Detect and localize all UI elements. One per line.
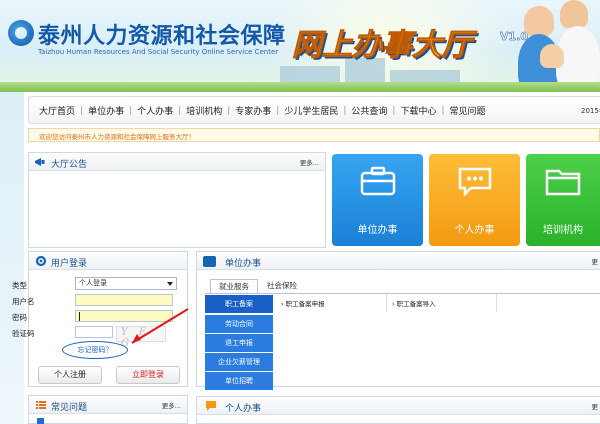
tab-employment-services[interactable]: 就业服务 [210, 279, 258, 293]
nav-separator: | [129, 105, 133, 116]
unit-services-title: 单位办事 [225, 259, 262, 269]
tile-unit-label: 单位办事 [357, 225, 398, 236]
folder-icon [545, 169, 581, 196]
register-button[interactable]: 个人注册 [38, 366, 102, 384]
link-text: 职工备案导入 [396, 300, 436, 308]
tile-training[interactable]: 培训机构 [526, 154, 600, 246]
welcome-text: 欢迎您访问泰州市人力资源和社会保障网上服务大厅！ [39, 133, 195, 141]
nav-separator: | [276, 105, 280, 116]
nav-items: 大厅首页 | 单位办事 | 个人办事 | 培训机构 | 专家办事 | 少儿学生居民 | 公共… [39, 104, 486, 118]
announcement-more-link[interactable]: 更多... [300, 157, 319, 167]
faq-more-link[interactable]: 更多... [162, 400, 181, 410]
column-divider [496, 294, 497, 312]
family-photo [510, 0, 600, 92]
announcement-panel: 大厅公告 更多... [28, 152, 326, 248]
person-head [560, 0, 588, 28]
personal-services-more-link[interactable]: 更 [592, 401, 599, 411]
faq-header: 常见问题 更多... [29, 396, 187, 414]
briefcase-icon [203, 256, 216, 267]
tile-personal-label: 个人办事 [454, 225, 495, 236]
faq-title: 常见问题 [51, 403, 88, 413]
red-annotation-arrow [131, 308, 189, 344]
nav-item-expert[interactable]: 专家办事 [235, 104, 271, 117]
site-logo [8, 20, 34, 46]
chat-bubble-icon [206, 401, 216, 411]
tile-personal-services[interactable]: 个人办事 [429, 154, 520, 246]
password-label: 密码 [12, 313, 27, 322]
person-head [524, 6, 554, 36]
personal-services-header: 个人办事 更 [197, 397, 600, 415]
announcement-title: 大厅公告 [51, 160, 88, 170]
personal-services-title: 个人办事 [225, 404, 262, 414]
username-label: 用户名 [12, 297, 35, 306]
nav-item-students[interactable]: 少儿学生居民 [284, 104, 338, 117]
login-title: 用户登录 [51, 259, 88, 269]
nav-separator: | [178, 105, 182, 116]
nav-separator: | [343, 105, 347, 116]
link-employee-filing-report[interactable]: › 职工备案申报 [281, 298, 325, 308]
site-title-english: Taizhou Human Resources And Social Secur… [38, 48, 279, 56]
login-header: 用户登录 [29, 252, 187, 270]
welcome-bar: 欢迎您访问泰州市人力资源和社会保障网上服务大厅！ [28, 128, 600, 142]
personal-services-panel: 个人办事 更 [196, 396, 600, 424]
login-type-label: 类型 [12, 281, 27, 290]
link-employee-filing-import[interactable]: › 职工备案导入 [392, 298, 436, 308]
nav-item-public-query[interactable]: 公共查询 [351, 104, 387, 117]
nav-separator: | [80, 105, 84, 116]
faq-bullet-icon [37, 418, 44, 424]
nav-item-unit[interactable]: 单位办事 [88, 104, 124, 117]
column-divider [386, 294, 387, 312]
tile-unit-services[interactable]: 单位办事 [332, 154, 423, 246]
announcement-header: 大厅公告 更多... [29, 153, 325, 171]
nav-separator: | [227, 105, 231, 116]
menu-wage-arrears[interactable]: 企业欠薪管理 [205, 353, 273, 371]
tab-social-insurance[interactable]: 社会保险 [260, 279, 304, 293]
nav-item-faq[interactable]: 常见问题 [450, 104, 486, 117]
menu-recruitment[interactable]: 单位招聘 [205, 372, 273, 390]
nav-item-home[interactable]: 大厅首页 [39, 104, 75, 117]
grass-strip [0, 82, 600, 92]
site-title: 泰州人力资源和社会保障 [38, 24, 286, 49]
menu-termination-report[interactable]: 退工申报 [205, 334, 273, 352]
list-icon [36, 401, 46, 409]
header-banner: 泰州人力资源和社会保障 Taizhou Human Resources And … [0, 0, 600, 92]
nav-separator: | [441, 105, 445, 116]
briefcase-icon [360, 166, 395, 196]
nav-separator: | [392, 105, 396, 116]
forgot-password-link[interactable]: 忘记密码？ [62, 341, 128, 359]
nav-date: 2015年 [581, 107, 600, 115]
menu-labor-contract[interactable]: 劳动合同 [205, 315, 273, 333]
forgot-password-text: 忘记密码？ [77, 346, 113, 354]
menu-employee-filing[interactable]: 职工备案 [205, 295, 273, 313]
link-text: 职工备案申报 [285, 300, 325, 308]
nav-item-personal[interactable]: 个人办事 [137, 104, 173, 117]
left-background-strip [0, 92, 24, 424]
tile-training-label: 培训机构 [543, 225, 583, 236]
child-head [540, 44, 564, 68]
login-type-value: 个人登录 [79, 279, 107, 287]
login-type-select[interactable]: 个人登录 [75, 277, 177, 290]
main-nav: 大厅首页 | 单位办事 | 个人办事 | 培训机构 | 专家办事 | 少儿学生居民 | 公共… [28, 96, 600, 124]
login-button[interactable]: 立即登录 [116, 366, 180, 384]
nav-item-download[interactable]: 下载中心 [400, 104, 436, 117]
text-cursor [79, 312, 80, 321]
hall-title: 网上办事大厅 [292, 28, 473, 64]
dropdown-arrow-icon [167, 282, 173, 286]
gear-icon [35, 255, 47, 267]
faq-panel: 常见问题 更多... [28, 395, 188, 424]
tab-divider [205, 293, 600, 294]
nav-item-training[interactable]: 培训机构 [186, 104, 222, 117]
unit-services-header: 单位办事 更 [197, 252, 600, 270]
unit-services-more-link[interactable]: 更 [592, 256, 599, 266]
captcha-input[interactable] [75, 326, 113, 338]
chat-bubble-icon [458, 167, 491, 196]
captcha-label: 验证码 [12, 329, 35, 338]
megaphone-icon [35, 158, 45, 166]
